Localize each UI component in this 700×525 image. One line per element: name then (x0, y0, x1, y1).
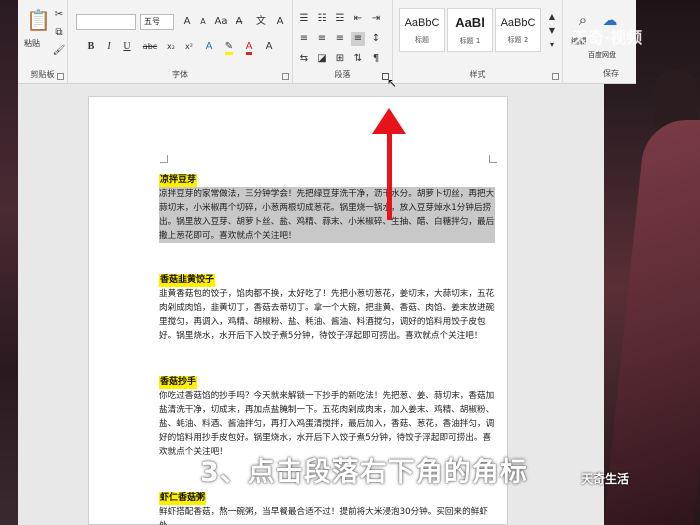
multilevel-list-icon[interactable]: ☲ (333, 12, 347, 26)
clipboard-group: 📋 粘贴 ✂ ⧉ 🖌 剪贴板 (18, 0, 68, 84)
style-heading-1[interactable]: AaBl 标题 1 (447, 8, 493, 52)
paragraph-group: ☰ ☷ ☲ ⇤ ⇥ ≡ ≡ ≡ ≡ ↕ ⇆ ◪ ⊞ ⇅ ¶ 段落 (293, 0, 393, 84)
chinese-layout-icon[interactable]: ⇆ (297, 52, 311, 66)
align-left-icon[interactable]: ≡ (297, 32, 311, 46)
clipboard-dialog-launcher[interactable] (57, 73, 64, 80)
page-corner-mark (489, 155, 497, 163)
change-case-icon[interactable]: Aa (214, 15, 228, 29)
character-shading-icon[interactable]: A (262, 40, 276, 54)
borders-icon[interactable]: ⊞ (333, 52, 347, 66)
baidu-save-label[interactable]: 百度网盘 (588, 50, 616, 60)
clear-format-icon[interactable]: A̶ (232, 15, 246, 29)
style-name-label: 标题 (415, 36, 429, 44)
shrink-font-icon[interactable]: A (196, 15, 210, 29)
paragraph-group-label: 段落 (334, 70, 351, 79)
style-sample-text: AaBbC (500, 17, 536, 29)
font-color-icon[interactable]: A (242, 40, 256, 55)
video-watermark: 天奇·视频 (572, 28, 643, 47)
style-sample-text: AaBl (455, 15, 485, 30)
bold-button[interactable]: B (84, 40, 98, 54)
text-effects-icon[interactable]: A (202, 40, 216, 54)
style-name-label: 标题 2 (507, 36, 529, 44)
recipe-section: 凉拌豆芽 凉拌豆芽的家常做法，三分钟学会！先把绿豆芽洗干净，沥干水分。胡萝卜切丝… (159, 173, 495, 243)
character-border-icon[interactable]: A (273, 15, 287, 29)
superscript-icon[interactable]: x² (182, 40, 196, 54)
style-sample-text: AaBbC (404, 17, 440, 29)
styles-more-icon[interactable]: ▾ (545, 38, 559, 52)
copy-icon[interactable]: ⧉ (52, 26, 66, 40)
grow-font-icon[interactable]: A (180, 15, 194, 29)
red-arrow-shaft (387, 128, 392, 220)
strikethrough-button[interactable]: abc (140, 40, 160, 54)
align-right-icon[interactable]: ≡ (333, 32, 347, 46)
style-name-label: 标题 1 (459, 37, 481, 45)
tutorial-caption: 3、点击段落右下角的角标 (200, 457, 528, 488)
save-group-label: 保存 (603, 69, 619, 78)
font-name-field[interactable] (76, 14, 136, 30)
section-heading: 凉拌豆芽 (159, 174, 198, 187)
highlight-icon[interactable]: ✎ (222, 40, 236, 55)
show-marks-icon[interactable]: ¶ (369, 52, 383, 66)
sort-icon[interactable]: ⇅ (351, 52, 365, 66)
section-body: 你吃过香菇馅的抄手吗？今天就来解锁一下抄手的新吃法！先把葱、姜、蒜切末，香菇加盐… (159, 391, 495, 457)
red-arrow-head (372, 108, 406, 134)
style-normal[interactable]: AaBbC 标题 (399, 8, 445, 52)
styles-dialog-launcher[interactable] (552, 73, 559, 80)
shading-icon[interactable]: ◪ (315, 52, 329, 66)
paste-icon[interactable]: 📋 (26, 8, 51, 32)
font-dialog-launcher[interactable] (282, 73, 289, 80)
recipe-section: 香菇韭黄饺子 韭黄香菇包的饺子，馅肉都不换，太好吃了！先把小葱切葱花，姜切末，大… (159, 273, 495, 343)
subscript-icon[interactable]: x₂ (164, 40, 178, 54)
justify-icon[interactable]: ≡ (351, 32, 365, 46)
underline-button[interactable]: U (120, 40, 134, 54)
section-body: 凉拌豆芽的家常做法，三分钟学会！先把绿豆芽洗干净，沥干水分。胡萝卜切丝，再把大蒜… (159, 187, 495, 243)
styles-group-label: 样式 (469, 70, 486, 79)
cut-icon[interactable]: ✂ (52, 8, 66, 22)
decrease-indent-icon[interactable]: ⇤ (351, 12, 365, 26)
recipe-section: 虾仁香菇粥 鲜虾搭配香菇，熬一碗粥，当早餐最合适不过！提前将大米浸泡30分钟。买… (159, 491, 495, 525)
section-heading: 香菇抄手 (159, 376, 198, 389)
paste-button-label[interactable]: 粘贴 (24, 38, 40, 49)
align-center-icon[interactable]: ≡ (315, 32, 329, 46)
style-heading-2[interactable]: AaBbC 标题 2 (495, 8, 541, 52)
ribbon: 📋 粘贴 ✂ ⧉ 🖌 剪贴板 五号 A A Aa A̶ 文 A B I U ab… (18, 0, 604, 84)
background-artwork-left (0, 0, 18, 525)
bullets-icon[interactable]: ☰ (297, 12, 311, 26)
brand-logo: 天奇生活 (581, 472, 630, 486)
italic-button[interactable]: I (102, 40, 116, 54)
styles-group: AaBbC 标题 AaBl 标题 1 AaBbC 标题 2 ▲ ▼ ▾ 样式 (393, 0, 563, 84)
line-spacing-icon[interactable]: ↕ (369, 32, 383, 46)
font-size-field[interactable]: 五号 (140, 14, 174, 30)
artwork-figure-cloak (604, 120, 700, 525)
format-painter-icon[interactable]: 🖌 (52, 44, 66, 58)
section-body: 鲜虾搭配香菇，熬一碗粥，当早餐最合适不过！提前将大米浸泡30分钟。买回来的鲜虾处 (159, 507, 488, 525)
numbering-icon[interactable]: ☷ (315, 12, 329, 26)
section-heading: 虾仁香菇粥 (159, 492, 207, 505)
section-heading: 香菇韭黄饺子 (159, 274, 216, 287)
font-group-label: 字体 (172, 70, 188, 79)
mouse-cursor-icon: ↖ (387, 76, 398, 90)
styles-scroll-down-icon[interactable]: ▼ (545, 24, 559, 38)
recipe-section: 香菇抄手 你吃过香菇馅的抄手吗？今天就来解锁一下抄手的新吃法！先把葱、姜、蒜切末… (159, 375, 495, 459)
increase-indent-icon[interactable]: ⇥ (369, 12, 383, 26)
font-group: 五号 A A Aa A̶ 文 A B I U abc x₂ x² A ✎ A A… (68, 0, 293, 84)
styles-scroll-up-icon[interactable]: ▲ (545, 10, 559, 24)
phonetic-guide-icon[interactable]: 文 (254, 15, 268, 29)
section-body: 韭黄香菇包的饺子，馅肉都不换，太好吃了！先把小葱切葱花，姜切末，大蒜切末，五花肉… (159, 289, 495, 341)
page-corner-mark (160, 155, 168, 163)
